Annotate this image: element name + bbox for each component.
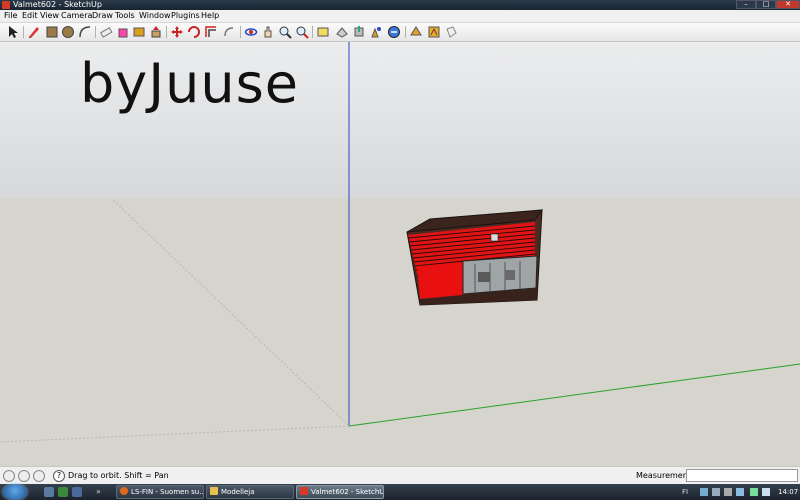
quick-launch-more[interactable]: » [96, 484, 101, 500]
measurements-input[interactable] [686, 469, 798, 482]
menu-plugins[interactable]: Plugins [171, 10, 200, 22]
zoom-extents-icon[interactable] [295, 25, 309, 39]
task-label: LS-FIN - Suomen su... [131, 488, 204, 496]
menu-file[interactable]: File [4, 10, 17, 22]
task-label: Modelleja [221, 488, 255, 496]
components-icon[interactable] [369, 25, 383, 39]
tape-measure-icon[interactable] [132, 25, 146, 39]
toolbar-separator [405, 26, 406, 38]
toolbar-separator [240, 26, 241, 38]
tray-icon[interactable] [736, 488, 744, 496]
credits-icon[interactable] [18, 470, 30, 482]
section-icon[interactable] [444, 25, 458, 39]
main-toolbar [0, 23, 800, 42]
task-label: Valmet602 - SketchUp [311, 488, 384, 496]
menu-camera[interactable]: Camera [61, 10, 92, 22]
green-axis [348, 363, 800, 427]
eraser-icon[interactable] [99, 25, 113, 39]
share-model-icon[interactable] [352, 25, 366, 39]
rectangle-icon[interactable] [45, 25, 59, 39]
menu-view[interactable]: View [40, 10, 59, 22]
show-desktop-icon[interactable] [44, 487, 54, 497]
look-around-icon[interactable] [427, 25, 441, 39]
folder-icon [210, 487, 218, 495]
menu-help[interactable]: Help [201, 10, 219, 22]
pan-icon[interactable] [261, 25, 275, 39]
window-title: Valmet602 - SketchUp [13, 0, 102, 9]
arc-icon[interactable] [78, 25, 92, 39]
push-pull-icon[interactable] [149, 25, 163, 39]
toolbar-separator [312, 26, 313, 38]
orbit-icon[interactable] [244, 25, 258, 39]
toolbar-separator [166, 26, 167, 38]
firefox-icon [120, 487, 128, 495]
geo-location-icon[interactable] [3, 470, 15, 482]
taskbar-item-folder[interactable]: Modelleja [206, 485, 294, 499]
tray-icon[interactable] [712, 488, 720, 496]
get-models-icon[interactable] [335, 25, 349, 39]
user-icon[interactable] [33, 470, 45, 482]
help-icon[interactable]: ? [53, 470, 65, 482]
clock[interactable]: 14:07 [778, 484, 798, 500]
paint-bucket-icon[interactable] [116, 25, 130, 39]
menu-edit[interactable]: Edit [22, 10, 38, 22]
green-axis-hidden [0, 425, 350, 443]
close-button[interactable]: ✕ [776, 0, 800, 9]
status-bar: ? Drag to orbit. Shift = Pan Measurement… [0, 466, 800, 485]
status-hint: Drag to orbit. Shift = Pan [68, 471, 169, 480]
windows-taskbar: » LS-FIN - Suomen su... Modelleja Valmet… [0, 484, 800, 500]
volume-icon[interactable] [762, 488, 770, 496]
taskbar-item-firefox[interactable]: LS-FIN - Suomen su... [116, 485, 204, 499]
offset-icon[interactable] [204, 25, 218, 39]
menu-bar: File Edit View Camera Draw Tools Window … [0, 10, 800, 23]
language-indicator[interactable]: FI [682, 484, 688, 500]
switch-windows-icon[interactable] [72, 487, 82, 497]
maximize-button[interactable]: □ [756, 0, 776, 9]
title-bar: Valmet602 - SketchUp – □ ✕ [0, 0, 800, 10]
sketchup-icon [300, 487, 308, 495]
select-icon[interactable] [6, 25, 20, 39]
menu-tools[interactable]: Tools [115, 10, 135, 22]
move-icon[interactable] [170, 25, 184, 39]
tray-icon[interactable] [750, 488, 758, 496]
toolbar-separator [23, 26, 24, 38]
3d-viewport[interactable]: byJuuse [0, 42, 800, 466]
zoom-icon[interactable] [278, 25, 292, 39]
handwritten-signature: byJuuse [80, 52, 299, 115]
tray-network-icon[interactable] [700, 488, 708, 496]
rotate-icon[interactable] [187, 25, 201, 39]
circle-icon[interactable] [61, 25, 75, 39]
position-camera-icon[interactable] [409, 25, 423, 39]
start-button[interactable] [3, 484, 27, 500]
sketchup-app-icon [2, 1, 10, 9]
taskbar-item-sketchup[interactable]: Valmet602 - SketchUp [296, 485, 384, 499]
menu-draw[interactable]: Draw [92, 10, 113, 22]
pencil-icon[interactable] [27, 25, 41, 39]
tray-icon[interactable] [724, 488, 732, 496]
walk-icon[interactable] [387, 25, 401, 39]
menu-window[interactable]: Window [139, 10, 171, 22]
red-axis-hidden [111, 198, 350, 427]
arc-tool-icon[interactable] [222, 25, 236, 39]
quick-launch-icon[interactable] [58, 487, 68, 497]
minimize-button[interactable]: – [736, 0, 756, 9]
warehouse-icon[interactable] [316, 25, 330, 39]
toolbar-separator [95, 26, 96, 38]
valmet-model[interactable] [406, 209, 544, 306]
